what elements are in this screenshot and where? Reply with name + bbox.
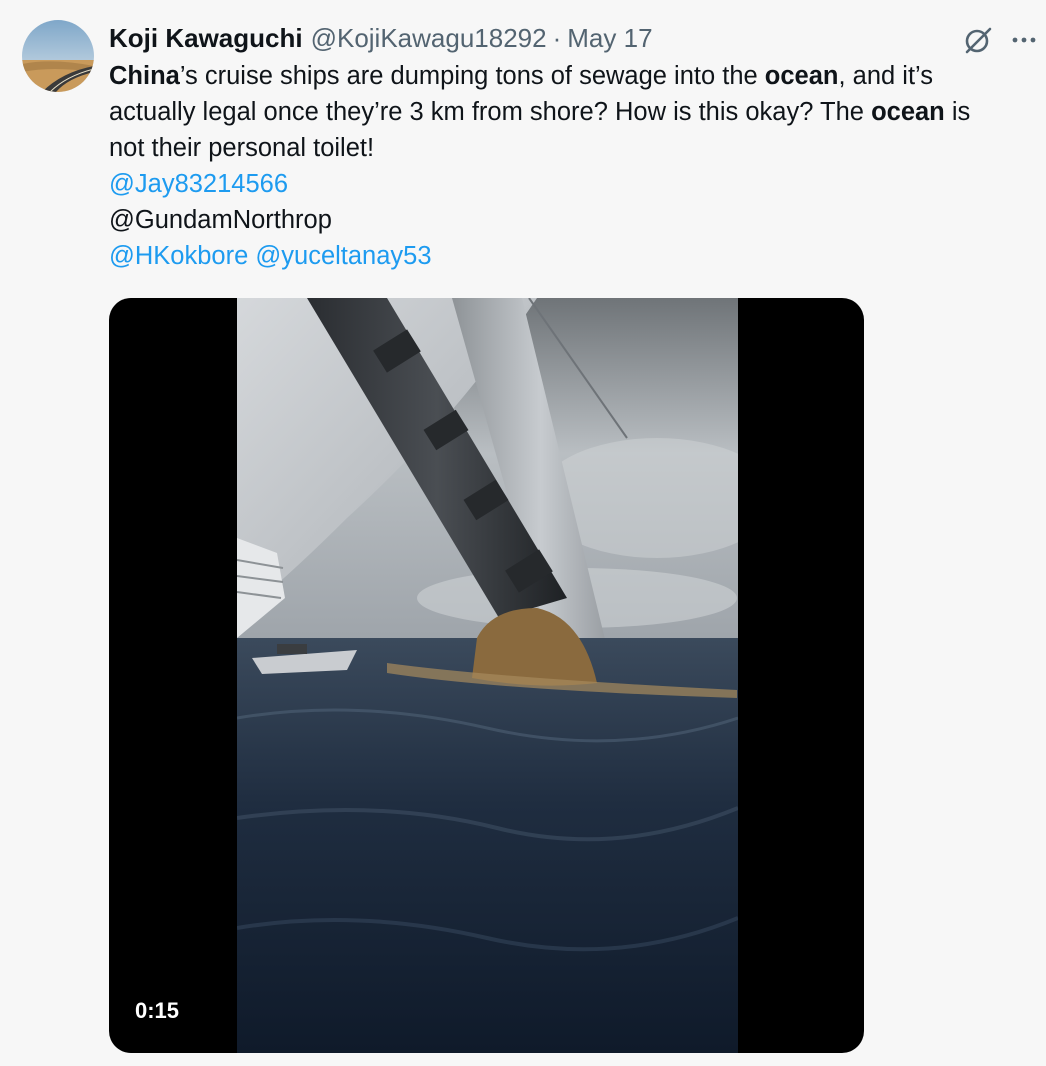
mention-link[interactable]: @HKokbore [109, 242, 248, 270]
grok-icon [965, 27, 992, 54]
video-player[interactable]: 0:15 [109, 298, 864, 1053]
mention-link[interactable]: @Jay83214566 [109, 170, 288, 198]
mention-line-2: @GundamNorthrop [109, 202, 1039, 238]
tweet: Koji Kawaguchi @KojiKawagu18292 · May 17… [0, 0, 1046, 1066]
highlight-ocean: ocean [764, 62, 839, 90]
video-frame [237, 298, 738, 1053]
text-line-2: actually legal once they’re 3 km from sh… [109, 98, 971, 126]
grok-button[interactable] [960, 22, 996, 58]
tweet-text: China’s cruise ships are dumping tons of… [109, 58, 1039, 274]
header-separator: · [552, 23, 562, 53]
mention-line-3: @HKokbore @yuceltanay53 [109, 238, 1039, 274]
author-handle[interactable]: @KojiKawagu18292 [311, 22, 547, 54]
text-line-1: China’s cruise ships are dumping tons of… [109, 62, 934, 90]
post-date[interactable]: May 17 [567, 22, 652, 54]
video-duration: 0:15 [135, 998, 180, 1023]
tweet-header: Koji Kawaguchi @KojiKawagu18292 · May 17 [109, 22, 653, 54]
hashtag-china[interactable]: China [109, 62, 180, 90]
more-dots-icon [1012, 37, 1036, 43]
mention-line-1: @Jay83214566 [109, 166, 1039, 202]
mention-link[interactable]: @yuceltanay53 [255, 242, 431, 270]
avatar[interactable] [22, 20, 94, 92]
avatar-road-landscape-icon [22, 20, 94, 92]
mention-text: @GundamNorthrop [109, 206, 332, 234]
text-line-3: not their personal toilet! [109, 134, 375, 162]
highlight-ocean: ocean [871, 98, 945, 126]
more-options-button[interactable] [1006, 22, 1042, 58]
author-display-name[interactable]: Koji Kawaguchi [109, 22, 303, 54]
